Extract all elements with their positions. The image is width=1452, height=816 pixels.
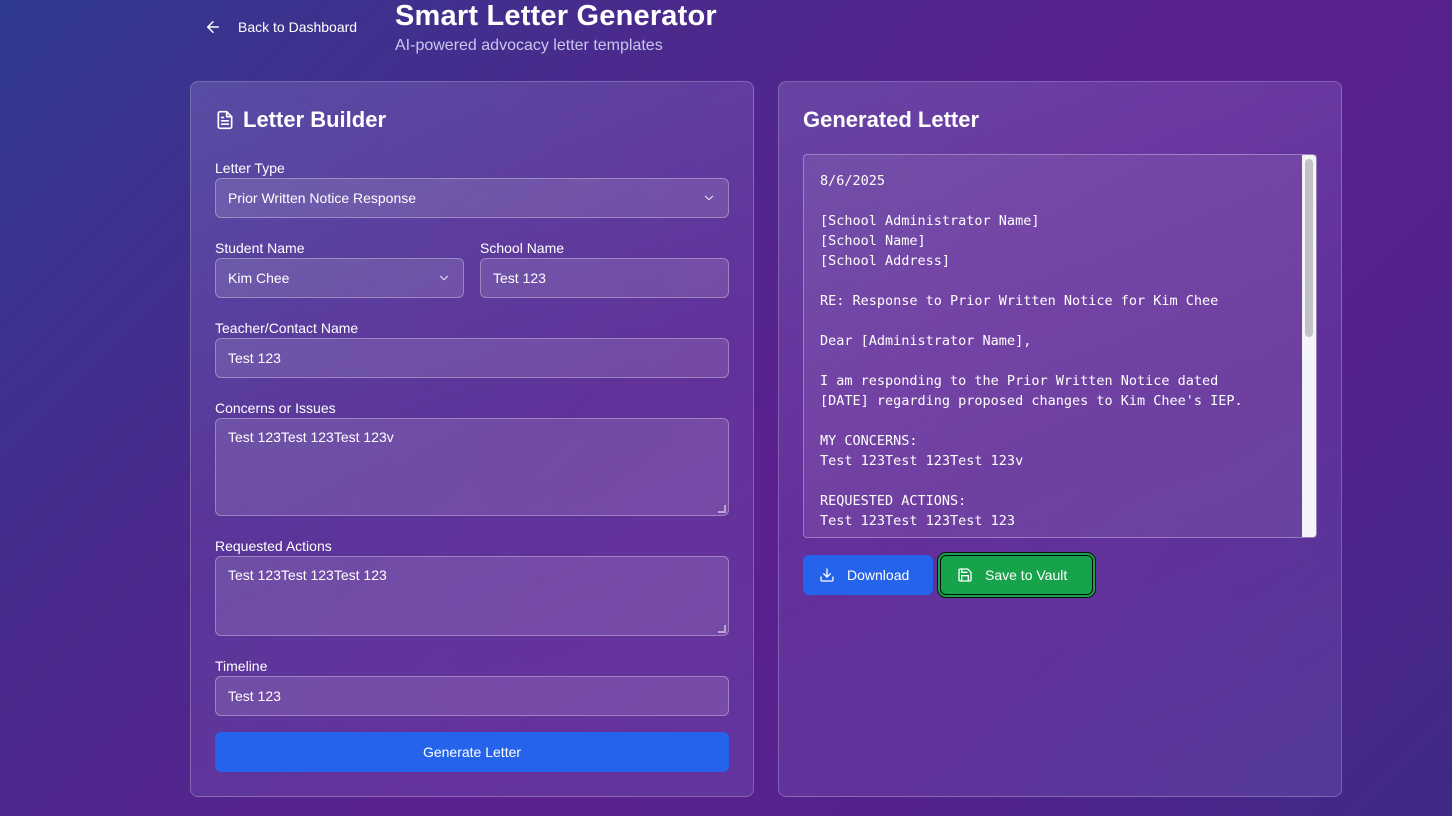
letter-scrollbar-thumb[interactable] [1305,159,1313,337]
generated-letter-panel: Generated Letter 8/6/2025 [School Admini… [778,81,1342,797]
file-text-icon [217,110,233,130]
timeline-value: Test 123 [228,688,281,704]
teacher-name-value: Test 123 [228,350,281,366]
generate-letter-button[interactable]: Generate Letter [215,732,729,772]
requested-actions-textarea[interactable]: Test 123Test 123Test 123 [215,556,729,636]
school-name-input[interactable]: Test 123 [480,258,729,298]
back-link-label: Back to Dashboard [238,19,358,35]
timeline-label: Timeline [215,658,268,674]
resize-handle[interactable] [718,505,726,513]
letter-builder-heading: Letter Builder [215,106,386,134]
letter-type-value: Prior Written Notice Response [228,190,417,206]
letter-type-select[interactable]: Prior Written Notice Response [215,178,729,218]
letter-builder-panel: Letter Builder Letter Type Prior Written… [190,81,754,797]
back-to-dashboard-link[interactable]: Back to Dashboard [204,16,357,38]
student-name-value: Kim Chee [228,270,290,286]
generated-letter-text: 8/6/2025 [School Administrator Name] [Sc… [820,173,1243,529]
letter-type-label: Letter Type [215,160,285,176]
concerns-label: Concerns or Issues [215,400,336,416]
letter-scrollbar[interactable] [1302,155,1316,537]
teacher-name-label: Teacher/Contact Name [215,320,359,336]
page-title: Smart Letter Generator [395,0,717,32]
generated-letter-textarea[interactable]: 8/6/2025 [School Administrator Name] [Sc… [803,154,1317,538]
teacher-name-input[interactable]: Test 123 [215,338,729,378]
requested-actions-label: Requested Actions [215,538,332,554]
chevron-down-icon [439,275,449,281]
download-label: Download [847,567,910,583]
save-label: Save to Vault [985,567,1068,583]
concerns-textarea[interactable]: Test 123Test 123Test 123v [215,418,729,516]
arrow-left-icon [207,21,219,33]
save-icon [958,568,972,582]
download-icon [820,568,834,582]
download-button[interactable]: Download [803,555,933,595]
save-to-vault-button[interactable]: Save to Vault [940,555,1093,595]
chevron-down-icon [704,195,714,201]
page-subtitle: AI-powered advocacy letter templates [395,37,663,54]
resize-handle[interactable] [718,625,726,633]
page-header: Back to Dashboard Smart Letter Generator… [0,0,1452,70]
timeline-input[interactable]: Test 123 [215,676,729,716]
concerns-value: Test 123Test 123Test 123v [228,429,394,445]
requested-actions-value: Test 123Test 123Test 123 [228,567,387,583]
school-name-value: Test 123 [493,270,546,286]
generated-letter-heading: Generated Letter [803,107,980,132]
student-name-label: Student Name [215,240,305,256]
school-name-label: School Name [480,240,565,256]
letter-builder-title: Letter Builder [243,107,387,132]
student-name-select[interactable]: Kim Chee [215,258,464,298]
